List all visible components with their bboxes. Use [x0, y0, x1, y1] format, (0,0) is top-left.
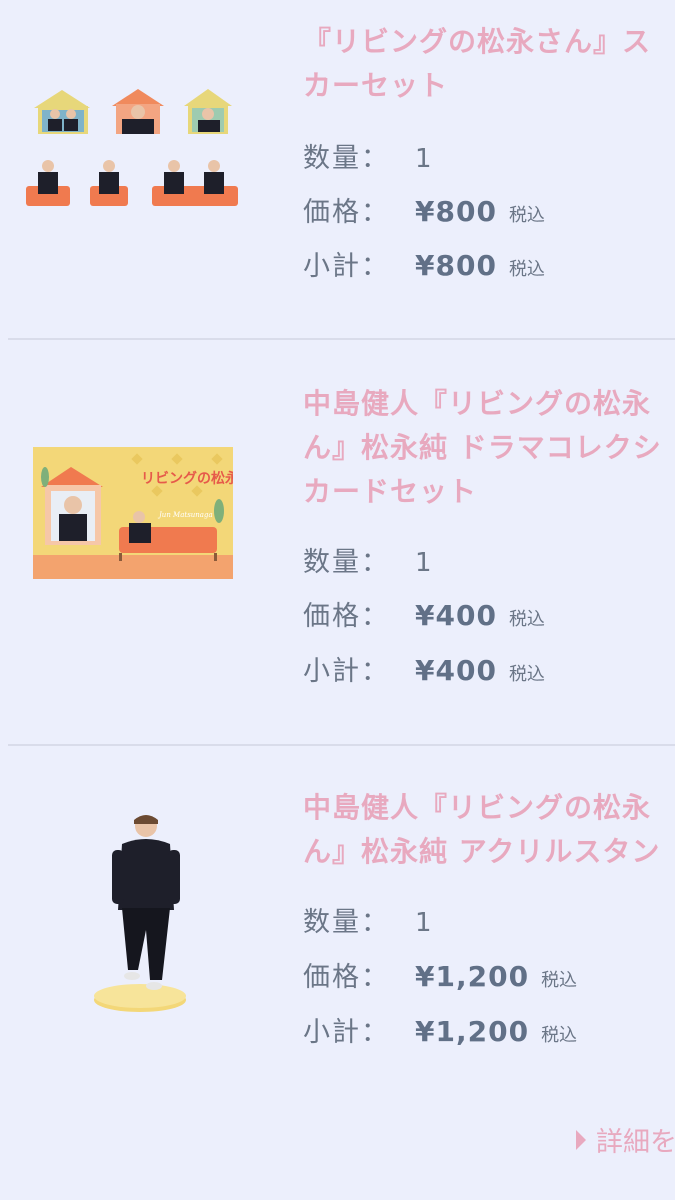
- price-label: 価格：: [303, 962, 390, 993]
- tax-label: 税込: [541, 970, 578, 991]
- tax-label: 税込: [541, 1025, 578, 1046]
- item-1-price-row: 価格： ¥800 税込: [303, 190, 545, 230]
- price-value: ¥800: [415, 195, 497, 228]
- item-3-title[interactable]: 中島健人『リビングの松永 ん』松永純 アクリルスタン: [303, 786, 675, 874]
- quantity-value: 1: [415, 548, 432, 578]
- item-divider: [8, 744, 675, 746]
- quantity-value: 1: [415, 144, 432, 174]
- item-1-title-line-2: カーセット: [303, 69, 449, 102]
- item-3-title-line-1: 中島健人『リビングの松永: [303, 791, 652, 824]
- price-label: 価格：: [303, 601, 390, 632]
- item-3-price-row: 価格： ¥1,200 税込: [303, 955, 577, 995]
- subtotal-label: 小計：: [303, 1017, 390, 1048]
- card-name-text: Jun Matsunaga: [157, 511, 213, 519]
- card-logo-text: リビングの松永さん: [141, 470, 233, 487]
- item-2-title[interactable]: 中島健人『リビングの松永 ん』松永純 ドラマコレクシ カードセット: [303, 382, 675, 514]
- subtotal-label: 小計：: [303, 251, 390, 282]
- item-2-title-line-2: ん』松永純 ドラマコレクシ: [303, 431, 662, 464]
- tax-label: 税込: [508, 259, 545, 280]
- subtotal-value: ¥1,200: [415, 1015, 530, 1048]
- item-2-subtotal-row: 小計： ¥400 税込: [303, 649, 545, 689]
- subtotal-value: ¥400: [415, 654, 497, 687]
- item-3-quantity-row: 数量： 1: [303, 900, 432, 940]
- tax-label: 税込: [508, 664, 545, 685]
- price-label: 価格：: [303, 197, 390, 228]
- price-value: ¥400: [415, 599, 497, 632]
- item-3-title-line-2: ん』松永純 アクリルスタン: [303, 835, 661, 868]
- quantity-label: 数量：: [303, 143, 390, 174]
- quantity-label: 数量：: [303, 907, 390, 938]
- details-link-label: 詳細を: [596, 1127, 675, 1158]
- item-divider: [8, 338, 675, 340]
- quantity-label: 数量：: [303, 547, 390, 578]
- item-1-title[interactable]: 『リビングの松永さん』ス カーセット: [303, 20, 675, 108]
- details-link[interactable]: 詳細を: [576, 1120, 675, 1159]
- tax-label: 税込: [508, 609, 545, 630]
- item-2-price-row: 価格： ¥400 税込: [303, 594, 545, 634]
- item-3-subtotal-row: 小計： ¥1,200 税込: [303, 1010, 577, 1050]
- caret-right-icon: [576, 1129, 586, 1150]
- item-2-title-line-3: カードセット: [303, 475, 478, 508]
- subtotal-value: ¥800: [415, 249, 497, 282]
- item-2-title-line-1: 中島健人『リビングの松永: [303, 387, 652, 420]
- card-set-image[interactable]: リビングの松永さん Jun Matsunaga: [33, 447, 233, 579]
- item-2-quantity-row: 数量： 1: [303, 540, 432, 580]
- sticker-set-image[interactable]: [22, 86, 244, 212]
- quantity-value: 1: [415, 908, 432, 938]
- price-value: ¥1,200: [415, 960, 530, 993]
- acrylic-stand-image[interactable]: [88, 810, 192, 1020]
- item-1-subtotal-row: 小計： ¥800 税込: [303, 244, 545, 284]
- subtotal-label: 小計：: [303, 656, 390, 687]
- item-1-title-line-1: 『リビングの松永さん』ス: [303, 25, 652, 58]
- tax-label: 税込: [508, 205, 545, 226]
- item-1-quantity-row: 数量： 1: [303, 136, 432, 176]
